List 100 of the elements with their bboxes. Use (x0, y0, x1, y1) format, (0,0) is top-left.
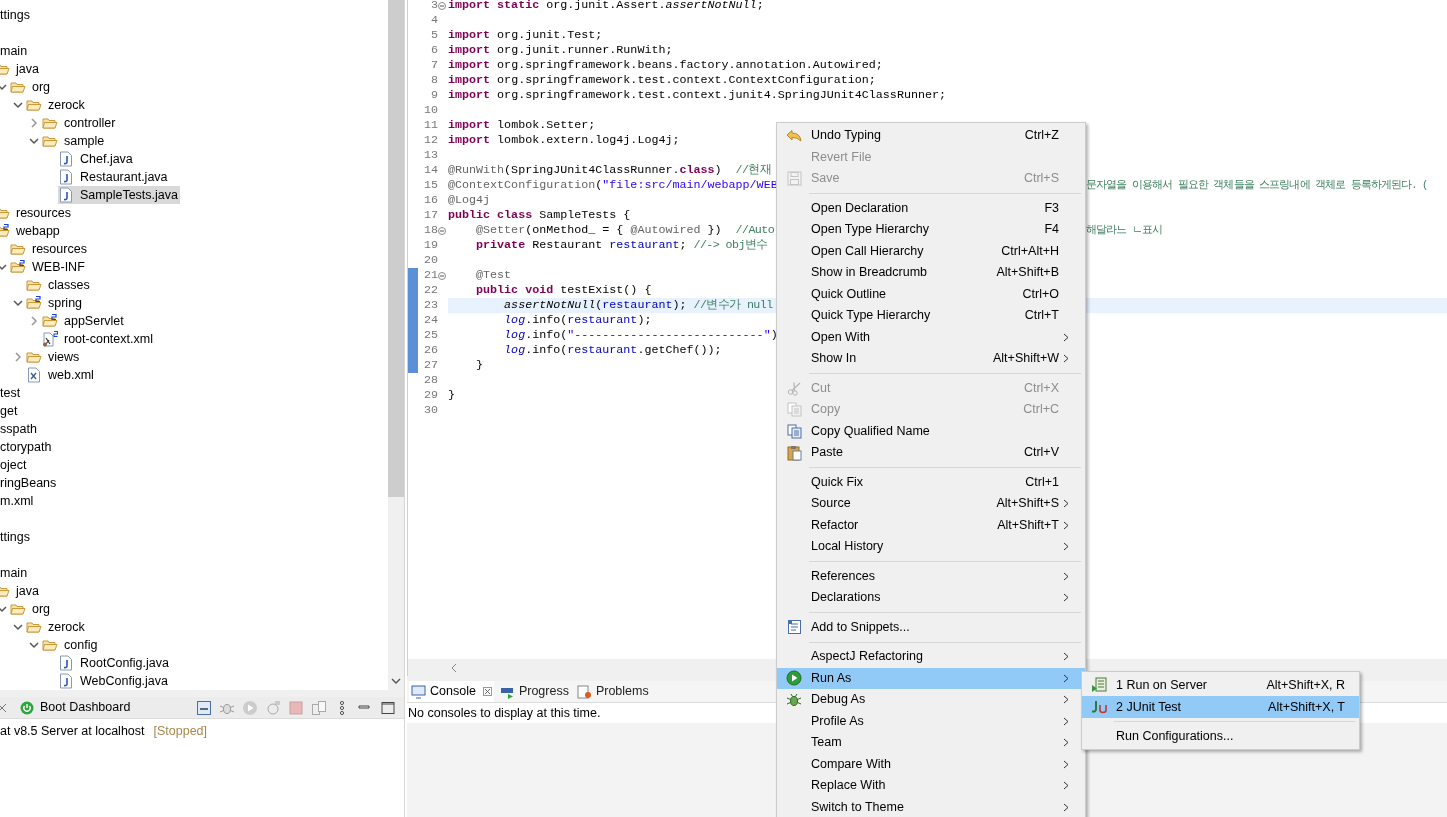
tree-item[interactable]: views (26, 347, 82, 367)
panel-tab[interactable]: Progress (497, 681, 571, 702)
chevron-left-icon[interactable] (450, 662, 458, 673)
menu-item[interactable]: Debug As (777, 689, 1085, 711)
windows-icon[interactable] (311, 699, 327, 716)
tree-item[interactable]: zerock (26, 617, 87, 637)
chevron-right-icon (1063, 802, 1069, 812)
menu-item[interactable]: Undo Typing Ctrl+Z (777, 125, 1085, 147)
code-comment: 해달라느 ㄴ표시 (1086, 222, 1163, 238)
xml-file-icon (27, 367, 41, 383)
server-name[interactable]: at v8.5 Server at localhost (0, 722, 145, 741)
chevron-icon[interactable] (13, 100, 23, 110)
tree-item[interactable]: main (0, 41, 30, 61)
menu-item[interactable]: Replace With (777, 775, 1085, 797)
menu-item[interactable]: Switch to Theme (777, 796, 1085, 817)
tree-item[interactable]: webapp (0, 221, 62, 241)
close-icon[interactable] (0, 702, 8, 713)
tree-item[interactable]: sspath (0, 419, 39, 439)
tree-item[interactable]: main (0, 563, 30, 583)
menu-item[interactable]: 2 JUnit Test Alt+Shift+X, T (1082, 696, 1359, 718)
menu-item[interactable]: Local History (777, 536, 1085, 558)
tree-item[interactable]: spring (26, 293, 85, 313)
tree-item[interactable]: WEB-INF (10, 257, 87, 277)
menu-item[interactable]: Show in Breadcrumb Alt+Shift+B (777, 262, 1085, 284)
menu-item[interactable]: Run Configurations... (1082, 725, 1359, 747)
chevron-icon[interactable] (0, 82, 7, 92)
chevron-icon[interactable] (0, 604, 7, 614)
tree-item[interactable]: classes (26, 275, 92, 295)
menu-item[interactable]: Team (777, 732, 1085, 754)
tree-item[interactable]: m.xml (0, 491, 36, 511)
tree-item[interactable]: web.xml (26, 365, 96, 385)
code-line: import org.junit.runner.RunWith; (448, 41, 673, 59)
collapse-icon[interactable] (196, 699, 212, 716)
menu-item[interactable]: Source Alt+Shift+S (777, 493, 1085, 515)
tree-item[interactable]: org (10, 599, 53, 619)
tree-item[interactable]: ttings (0, 527, 32, 547)
chevron-icon[interactable] (29, 640, 39, 650)
menu-item[interactable]: Quick Fix Ctrl+1 (777, 471, 1085, 493)
menu-item[interactable]: References (777, 565, 1085, 587)
line-number: 13 (422, 146, 438, 164)
menu-item[interactable]: Add to Snippets... (777, 616, 1085, 638)
tree-item[interactable]: java (0, 59, 41, 79)
code-line: import org.springframework.test.context.junit4.SpringJUnit4ClassRunner; (448, 86, 946, 104)
tree-item[interactable]: org (10, 77, 53, 97)
tree-item[interactable]: root-context.xml (42, 329, 155, 349)
collapse-icon[interactable] (438, 271, 446, 280)
tree-item[interactable]: WebConfig.java (58, 671, 170, 690)
maximize-icon[interactable] (380, 699, 396, 716)
panel-tab[interactable]: Problems (574, 681, 651, 702)
clipboard-icon (786, 444, 802, 461)
code-line: log.info(restaurant.getChef()); (503, 341, 722, 359)
tree-item[interactable]: Chef.java (58, 149, 135, 169)
tree-item[interactable]: ttings (0, 5, 32, 25)
menu-item[interactable]: Quick Outline Ctrl+O (777, 283, 1085, 305)
tree-item[interactable]: test (0, 383, 23, 403)
chevron-icon[interactable] (13, 622, 23, 632)
menu-item[interactable]: Compare With (777, 753, 1085, 775)
menu-item[interactable]: 1 Run on Server Alt+Shift+X, R (1082, 674, 1359, 696)
scrollbar[interactable] (388, 0, 404, 690)
menu-item[interactable]: Open Declaration F3 (777, 197, 1085, 219)
menu-item[interactable]: Quick Type Hierarchy Ctrl+T (777, 305, 1085, 327)
document-icon (786, 619, 802, 636)
tree-item[interactable]: zerock (26, 95, 87, 115)
tree-item[interactable]: Restaurant.java (58, 167, 170, 187)
tree-item[interactable]: ringBeans (0, 473, 59, 493)
code-line: public void testExist() { (475, 281, 652, 299)
menu-item[interactable]: Show In Alt+Shift+W (777, 348, 1085, 370)
tree-item[interactable]: appServlet (42, 311, 126, 331)
tree-item[interactable]: get (0, 401, 20, 421)
tree-item[interactable]: config (42, 635, 100, 655)
menu-item[interactable]: Run As (777, 667, 1085, 689)
chevron-icon[interactable] (29, 136, 39, 146)
panel-tab[interactable]: Console (409, 681, 494, 702)
tree-item[interactable]: RootConfig.java (58, 653, 171, 673)
tree-item[interactable]: ctorypath (0, 437, 54, 457)
menu-item[interactable]: Refactor Alt+Shift+T (777, 514, 1085, 536)
menu-item[interactable]: Declarations (777, 587, 1085, 609)
menu-item[interactable]: Profile As (777, 710, 1085, 732)
menu-item[interactable]: Open Call Hierarchy Ctrl+Alt+H (777, 240, 1085, 262)
tree-item[interactable]: SampleTests.java (58, 185, 180, 205)
collapse-icon[interactable] (438, 226, 446, 235)
menu-item[interactable]: Copy Qualified Name (777, 420, 1085, 442)
tree-item[interactable]: resources (0, 203, 73, 223)
tree-item[interactable]: java (0, 581, 41, 601)
menu-item[interactable]: AspectJ Refactoring (777, 646, 1085, 668)
close-icon[interactable] (482, 687, 492, 696)
menu-item[interactable]: Open Type Hierarchy F4 (777, 219, 1085, 241)
tree-item[interactable]: oject (0, 455, 29, 475)
chevron-icon[interactable] (0, 262, 7, 272)
code-line: import lombok.Setter; (448, 116, 596, 134)
chevron-right-icon (1063, 673, 1069, 683)
menu-item[interactable]: Open With (777, 326, 1085, 348)
collapse-icon[interactable] (438, 1, 446, 10)
tree-item[interactable]: resources (10, 239, 89, 259)
menu-item[interactable]: Paste Ctrl+V (777, 442, 1085, 464)
chevron-icon[interactable] (13, 298, 23, 308)
tree-item[interactable]: controller (42, 113, 118, 133)
chevron-right-icon (1063, 781, 1069, 791)
tree-item[interactable]: sample (42, 131, 107, 151)
chevron-right-icon (1063, 759, 1069, 769)
